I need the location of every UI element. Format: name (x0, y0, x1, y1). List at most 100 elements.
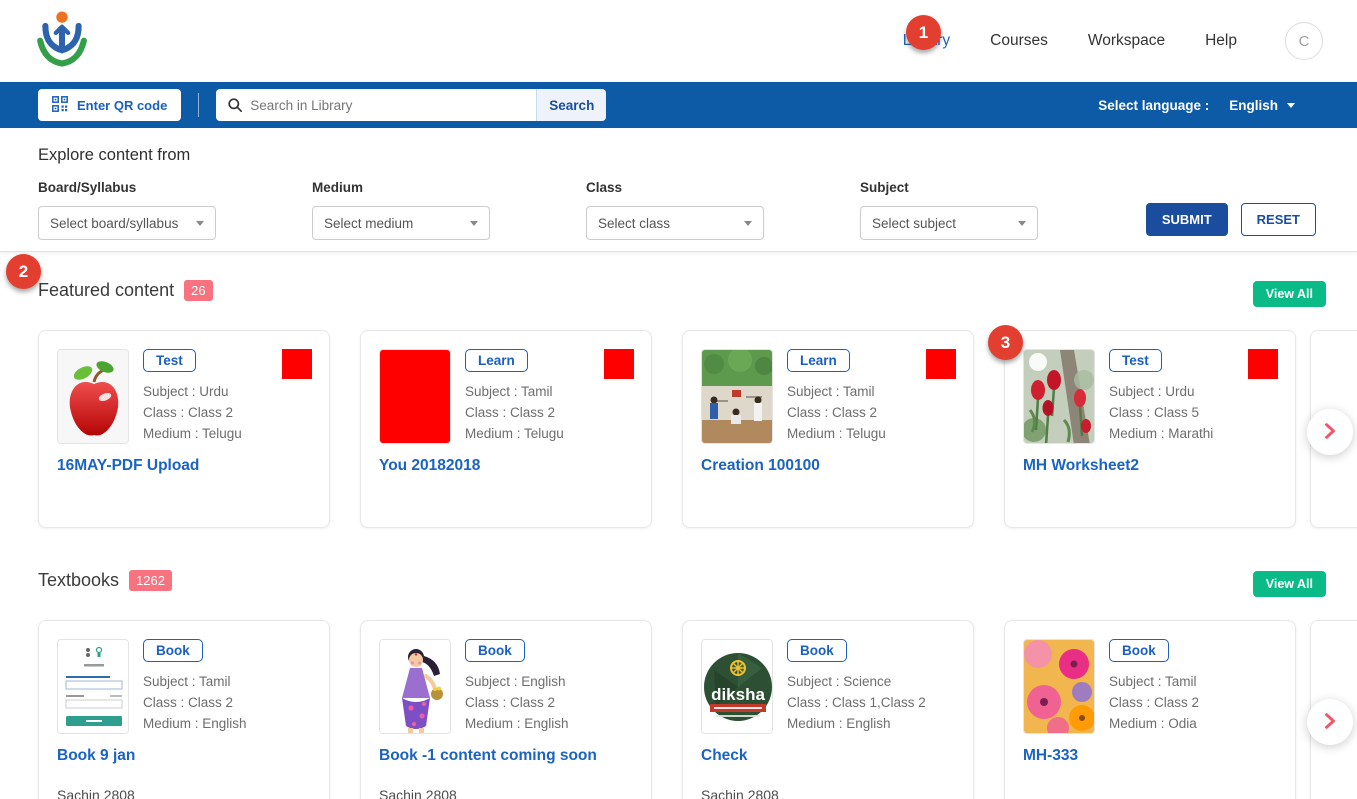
content-class: Class : Class 5 (1109, 402, 1213, 423)
content-title-link[interactable]: Creation 100100 (701, 457, 955, 475)
content-type-badge: Book (787, 639, 847, 662)
divider (198, 93, 199, 117)
content-type-badge: Learn (465, 349, 528, 372)
content-subject: Subject : Tamil (143, 671, 247, 692)
content-subject: Subject : English (465, 671, 569, 692)
content-subject: Subject : Tamil (465, 381, 564, 402)
enter-qr-code-button[interactable]: Enter QR code (38, 89, 181, 121)
medium-label: Medium (312, 180, 490, 195)
content-class: Class : Class 2 (465, 692, 569, 713)
class-select[interactable]: Select class (586, 206, 764, 240)
content-medium: Medium : Odia (1109, 713, 1199, 734)
content-class: Class : Class 1,Class 2 (787, 692, 926, 713)
content-title-link[interactable]: MH Worksheet2 (1023, 457, 1277, 475)
content-type-badge: Book (1109, 639, 1169, 662)
content-title-link[interactable]: You 20182018 (379, 457, 633, 475)
search-bar: Enter QR code Search Select language : E… (0, 82, 1357, 128)
diksha-academy-logo-image: diksha (702, 640, 773, 734)
content-title-link[interactable]: Book -1 content coming soon (379, 747, 633, 765)
featured-cards-row: Test Subject : Urdu Class : Class 2 Medi… (38, 330, 1296, 528)
textbooks-next-button[interactable] (1307, 699, 1353, 745)
content-class: Class : Class 2 (1109, 692, 1199, 713)
caret-down-icon (1018, 221, 1026, 226)
language-label: Select language : (1098, 98, 1209, 113)
content-title-link[interactable]: MH-333 (1023, 747, 1277, 765)
caret-down-icon (470, 221, 478, 226)
tulips-image (1024, 350, 1095, 444)
content-title-link[interactable]: Book 9 jan (57, 747, 311, 765)
content-type-badge: Test (1109, 349, 1162, 372)
qr-button-label: Enter QR code (77, 98, 167, 113)
content-card[interactable]: Test Subject : Urdu Class : Class 5 Medi… (1004, 330, 1296, 528)
content-subject: Subject : Tamil (787, 381, 886, 402)
app-logo-icon (34, 9, 90, 74)
content-card[interactable]: Learn Subject : Tamil Class : Class 2 Me… (682, 330, 974, 528)
filters-heading: Explore content from (38, 146, 1319, 165)
reset-button[interactable]: RESET (1241, 203, 1316, 236)
filter-board: Board/Syllabus Select board/syllabus (38, 180, 216, 240)
search-button[interactable]: Search (536, 89, 606, 121)
medium-select[interactable]: Select medium (312, 206, 490, 240)
red-flag-square (926, 349, 956, 379)
featured-count-badge: 26 (184, 280, 212, 301)
content-title-link[interactable]: 16MAY-PDF Upload (57, 457, 311, 475)
content-title-link[interactable]: Check (701, 747, 955, 765)
content-medium: Medium : English (465, 713, 569, 734)
subject-select-value: Select subject (872, 216, 956, 231)
cartoon-girl-image (380, 640, 451, 734)
content-medium: Medium : Telugu (787, 423, 886, 444)
medium-select-value: Select medium (324, 216, 413, 231)
language-select[interactable]: English (1229, 98, 1295, 113)
content-medium: Medium : Telugu (465, 423, 564, 444)
content-card[interactable]: Test Subject : Urdu Class : Class 2 Medi… (38, 330, 330, 528)
content-class: Class : Class 2 (465, 402, 564, 423)
subject-label: Subject (860, 180, 1038, 195)
language-area: Select language : English (1098, 98, 1319, 113)
content-class: Class : Class 2 (143, 402, 242, 423)
content-card[interactable]: Learn Subject : Tamil Class : Class 2 Me… (360, 330, 652, 528)
board-select[interactable]: Select board/syllabus (38, 206, 216, 240)
nav-workspace[interactable]: Workspace (1088, 32, 1165, 50)
textbooks-cards-row: Book Subject : Tamil Class : Class 2 Med… (38, 620, 1296, 799)
textbooks-view-all-button[interactable]: View All (1253, 571, 1326, 597)
apple-image (58, 350, 129, 444)
content-subject: Subject : Tamil (1109, 671, 1199, 692)
content-thumbnail (1023, 639, 1095, 734)
content-thumbnail (379, 349, 451, 444)
caret-down-icon (744, 221, 752, 226)
content-medium: Medium : English (143, 713, 247, 734)
content-medium: Medium : Marathi (1109, 423, 1213, 444)
pink-flowers-image (1024, 640, 1095, 734)
textbooks-title: Textbooks (38, 570, 119, 591)
content-thumbnail (57, 349, 129, 444)
textbook-card[interactable]: Book Subject : Tamil Class : Class 2 Med… (1004, 620, 1296, 799)
step-marker-2: 2 (6, 254, 41, 289)
content-type-badge: Test (143, 349, 196, 372)
submit-button[interactable]: SUBMIT (1146, 203, 1228, 236)
content-subject: Subject : Urdu (1109, 381, 1213, 402)
caret-down-icon (1287, 103, 1295, 108)
textbook-card[interactable]: Book Subject : English Class : Class 2 M… (360, 620, 652, 799)
featured-next-button[interactable] (1307, 409, 1353, 455)
content-author: Sachin 2808 (701, 787, 955, 799)
nav-courses[interactable]: Courses (990, 32, 1048, 50)
content-thumbnail (1023, 349, 1095, 444)
caret-down-icon (196, 221, 204, 226)
red-flag-square (282, 349, 312, 379)
profile-avatar[interactable]: C (1285, 22, 1323, 60)
featured-title: Featured content (38, 280, 174, 301)
step-marker-1: 1 (906, 15, 941, 50)
search-field-group: Search (216, 89, 606, 121)
filter-medium: Medium Select medium (312, 180, 490, 240)
textbook-card[interactable]: diksha Book Subject : Science Class : Cl… (682, 620, 974, 799)
board-select-value: Select board/syllabus (50, 216, 178, 231)
featured-view-all-button[interactable]: View All (1253, 281, 1326, 307)
textbook-card[interactable]: Book Subject : Tamil Class : Class 2 Med… (38, 620, 330, 799)
board-label: Board/Syllabus (38, 180, 216, 195)
subject-select[interactable]: Select subject (860, 206, 1038, 240)
filter-class: Class Select class (586, 180, 764, 240)
content-class: Class : Class 2 (787, 402, 886, 423)
nav-help[interactable]: Help (1205, 32, 1237, 50)
filter-subject: Subject Select subject (860, 180, 1038, 240)
search-input[interactable] (216, 89, 536, 121)
